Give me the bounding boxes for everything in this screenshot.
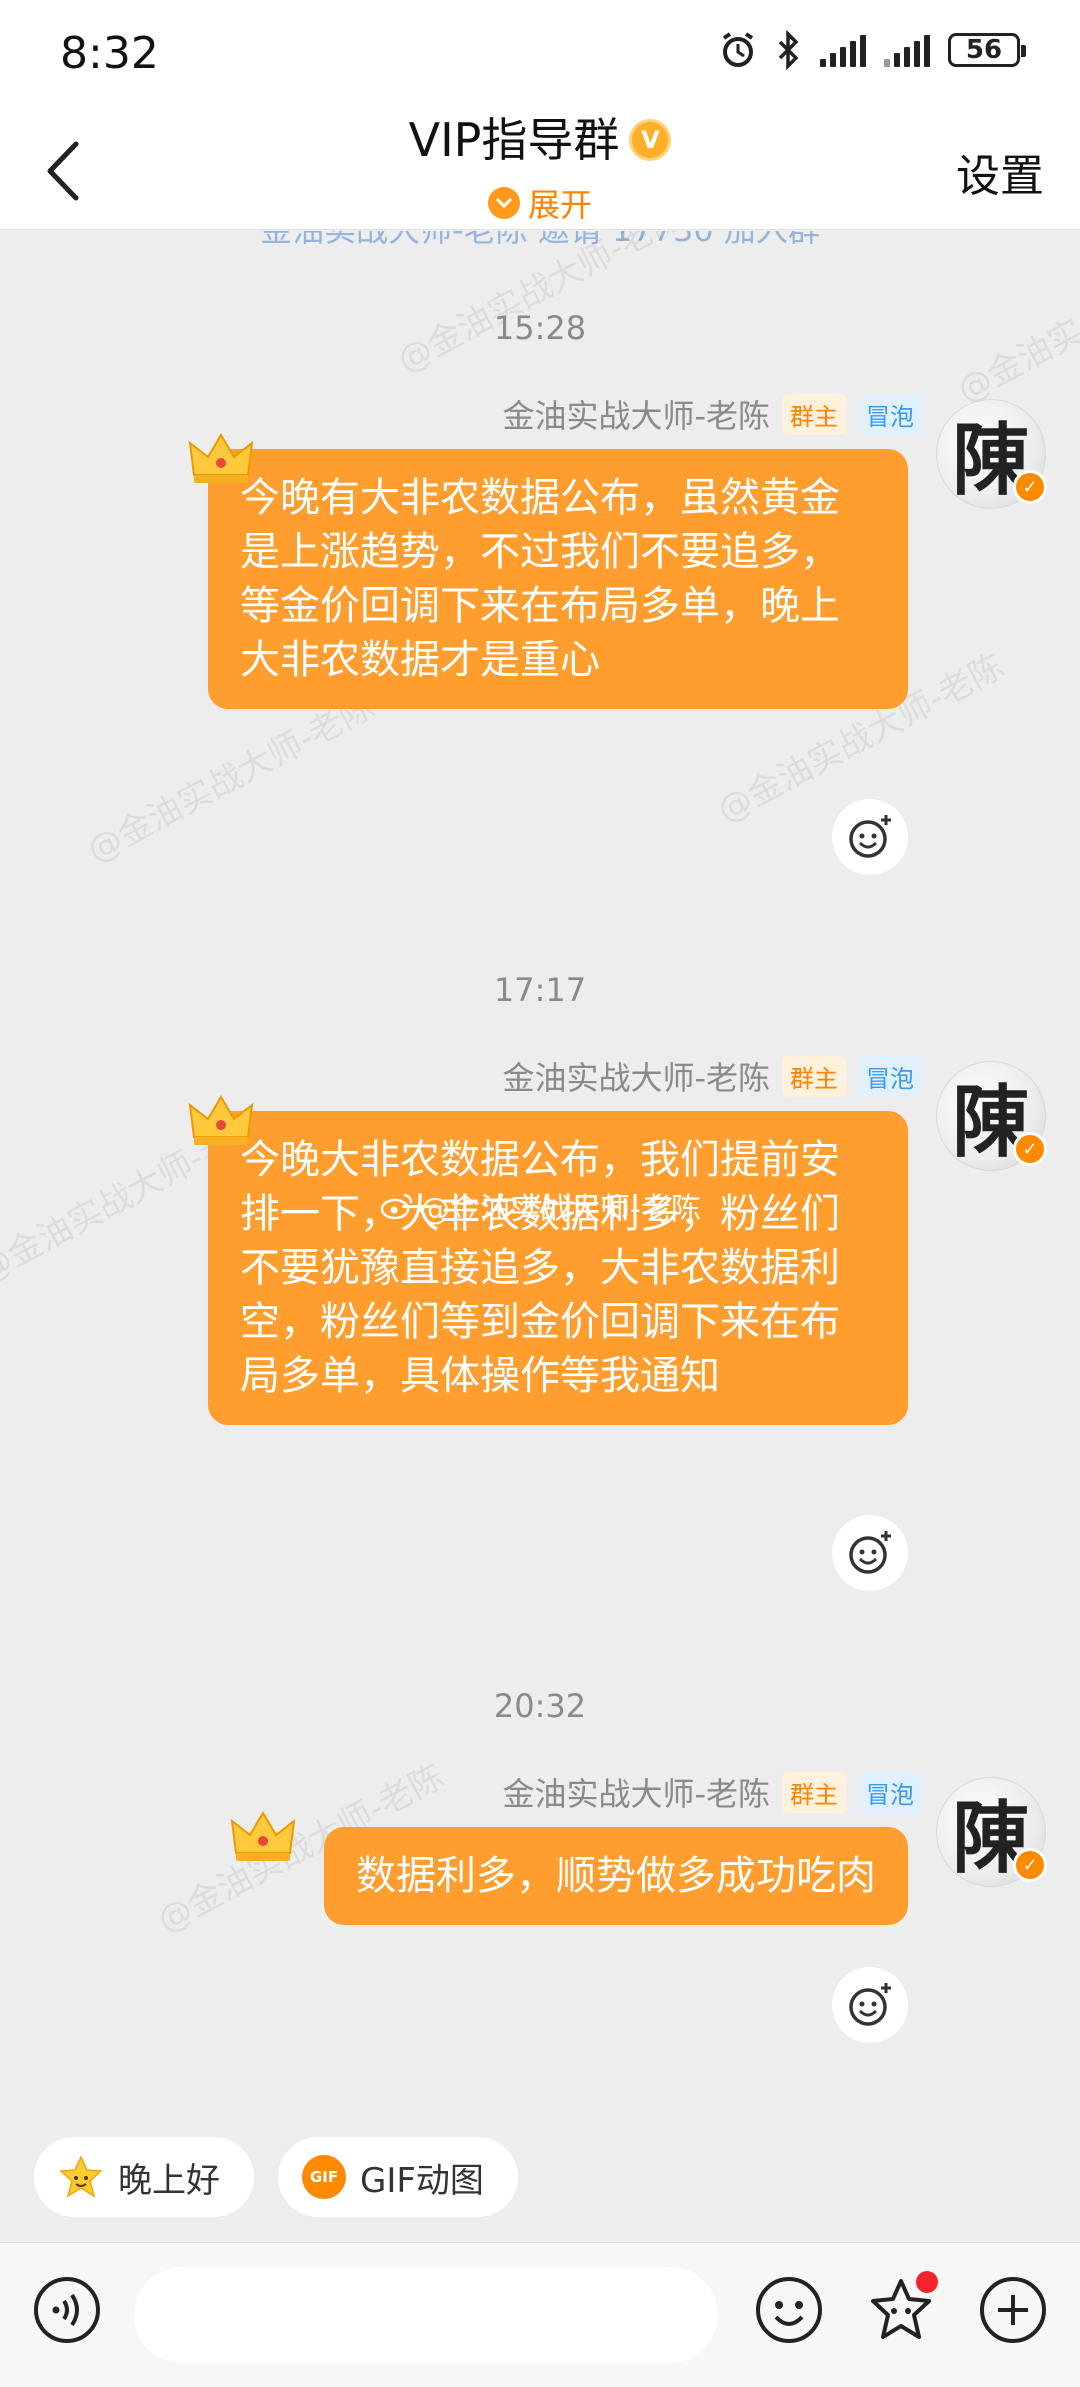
owner-tag: 群主 (782, 1055, 846, 1097)
page-title: VIP指导群 V (409, 110, 672, 170)
status-icons: 56 (718, 30, 1026, 70)
settings-button[interactable]: 设置 (956, 140, 1044, 204)
bubble-tag: 冒泡 (858, 1055, 922, 1097)
watermark: @金油实战大师-老陈 (390, 231, 691, 381)
message-input[interactable] (134, 2267, 718, 2363)
title-wrap: VIP指导群 V (0, 110, 1080, 170)
signal-icon (820, 33, 866, 67)
battery-icon: 56 (948, 33, 1026, 67)
chevron-down-icon (487, 187, 520, 219)
smile-plus-icon (849, 1983, 891, 2026)
quick-reply-gif[interactable]: GIF GIF动图 (278, 2137, 518, 2217)
quick-reply-label: GIF动图 (360, 2160, 484, 2201)
star-emoji-icon (59, 2155, 103, 2198)
bluetooth-icon (778, 30, 799, 70)
crown-icon (188, 433, 254, 483)
verified-icon: ✓ (1013, 470, 1047, 504)
sender-line: 金油实战大师-老陈 群主 冒泡 (502, 1769, 922, 1815)
message-time: 17:17 (493, 971, 587, 1009)
quick-reply-label: 晚上好 (118, 2160, 220, 2201)
add-reaction-button[interactable] (832, 1967, 908, 2043)
plus-icon (980, 2277, 1046, 2343)
chat-header: VIP指导群 V 展开 设置 (0, 110, 1080, 230)
status-bar: 8:32 56 (0, 0, 1080, 110)
quick-replies: 晚上好 GIF GIF动图 (34, 2137, 518, 2217)
sender-name[interactable]: 金油实战大师-老陈 (502, 391, 770, 437)
crown-icon (230, 1811, 296, 1861)
owner-tag: 群主 (782, 1771, 846, 1813)
quick-reply-good-evening[interactable]: 晚上好 (34, 2137, 254, 2217)
smile-icon (756, 2277, 822, 2343)
verified-icon: ✓ (1013, 1848, 1047, 1882)
vip-badge-icon: V (629, 119, 672, 161)
message-time: 15:28 (493, 309, 587, 347)
message-bubble[interactable]: 数据利多，顺势做多成功吃肉 (324, 1827, 908, 1925)
crown-icon (188, 1095, 254, 1145)
system-notice: 金油实战大师-老陈 邀请 17730 加入群 (0, 231, 1080, 251)
image-watermark: @金油实战大师-老陈 (380, 1184, 701, 1228)
image-watermark-text: @金油实战大师-老陈 (420, 1192, 701, 1227)
message-list[interactable]: 金油实战大师-老陈 邀请 17730 加入群 @金油实战大师-老陈 @金油实战大… (0, 231, 1080, 2121)
owner-tag: 群主 (782, 393, 846, 435)
avatar[interactable]: 陳 ✓ (936, 1061, 1047, 1171)
smile-plus-icon (849, 815, 891, 858)
expand-toggle[interactable]: 展开 (0, 180, 1080, 226)
signal-2-icon (884, 33, 930, 67)
sender-line: 金油实战大师-老陈 群主 冒泡 (502, 1053, 922, 1099)
expand-label: 展开 (527, 186, 592, 224)
more-button[interactable] (978, 2275, 1048, 2345)
add-reaction-button[interactable] (832, 799, 908, 875)
smile-plus-icon (849, 1531, 891, 1574)
sender-line: 金油实战大师-老陈 群主 冒泡 (502, 391, 922, 437)
bubble-tag: 冒泡 (858, 1771, 922, 1813)
message-bubble[interactable]: 今晚有大非农数据公布，虽然黄金是上涨趋势，不过我们不要追多，等金价回调下来在布局… (208, 449, 908, 709)
sender-name[interactable]: 金油实战大师-老陈 (502, 1769, 770, 1815)
alarm-icon (722, 32, 754, 67)
status-time: 8:32 (60, 28, 159, 79)
bubble-tag: 冒泡 (858, 393, 922, 435)
page-title-text: VIP指导群 (408, 113, 620, 167)
notification-dot (916, 2271, 938, 2293)
avatar[interactable]: 陳 ✓ (936, 1777, 1047, 1887)
voice-button[interactable] (32, 2275, 102, 2345)
verified-icon: ✓ (1013, 1132, 1047, 1166)
message-time: 20:32 (493, 1687, 587, 1725)
sender-name[interactable]: 金油实战大师-老陈 (502, 1053, 770, 1099)
add-reaction-button[interactable] (832, 1515, 908, 1591)
sticker-button[interactable] (866, 2271, 938, 2345)
input-bar (0, 2242, 1080, 2387)
message-bubble[interactable]: 今晚大非农数据公布，我们提前安排一下，大非农数据利多，粉丝们不要犹豫直接追多，大… (208, 1111, 908, 1425)
weibo-icon (380, 1193, 413, 1220)
gif-icon: GIF (302, 2155, 346, 2199)
avatar[interactable]: 陳 ✓ (936, 399, 1047, 509)
voice-icon (34, 2277, 100, 2343)
emoji-button[interactable] (754, 2275, 824, 2345)
